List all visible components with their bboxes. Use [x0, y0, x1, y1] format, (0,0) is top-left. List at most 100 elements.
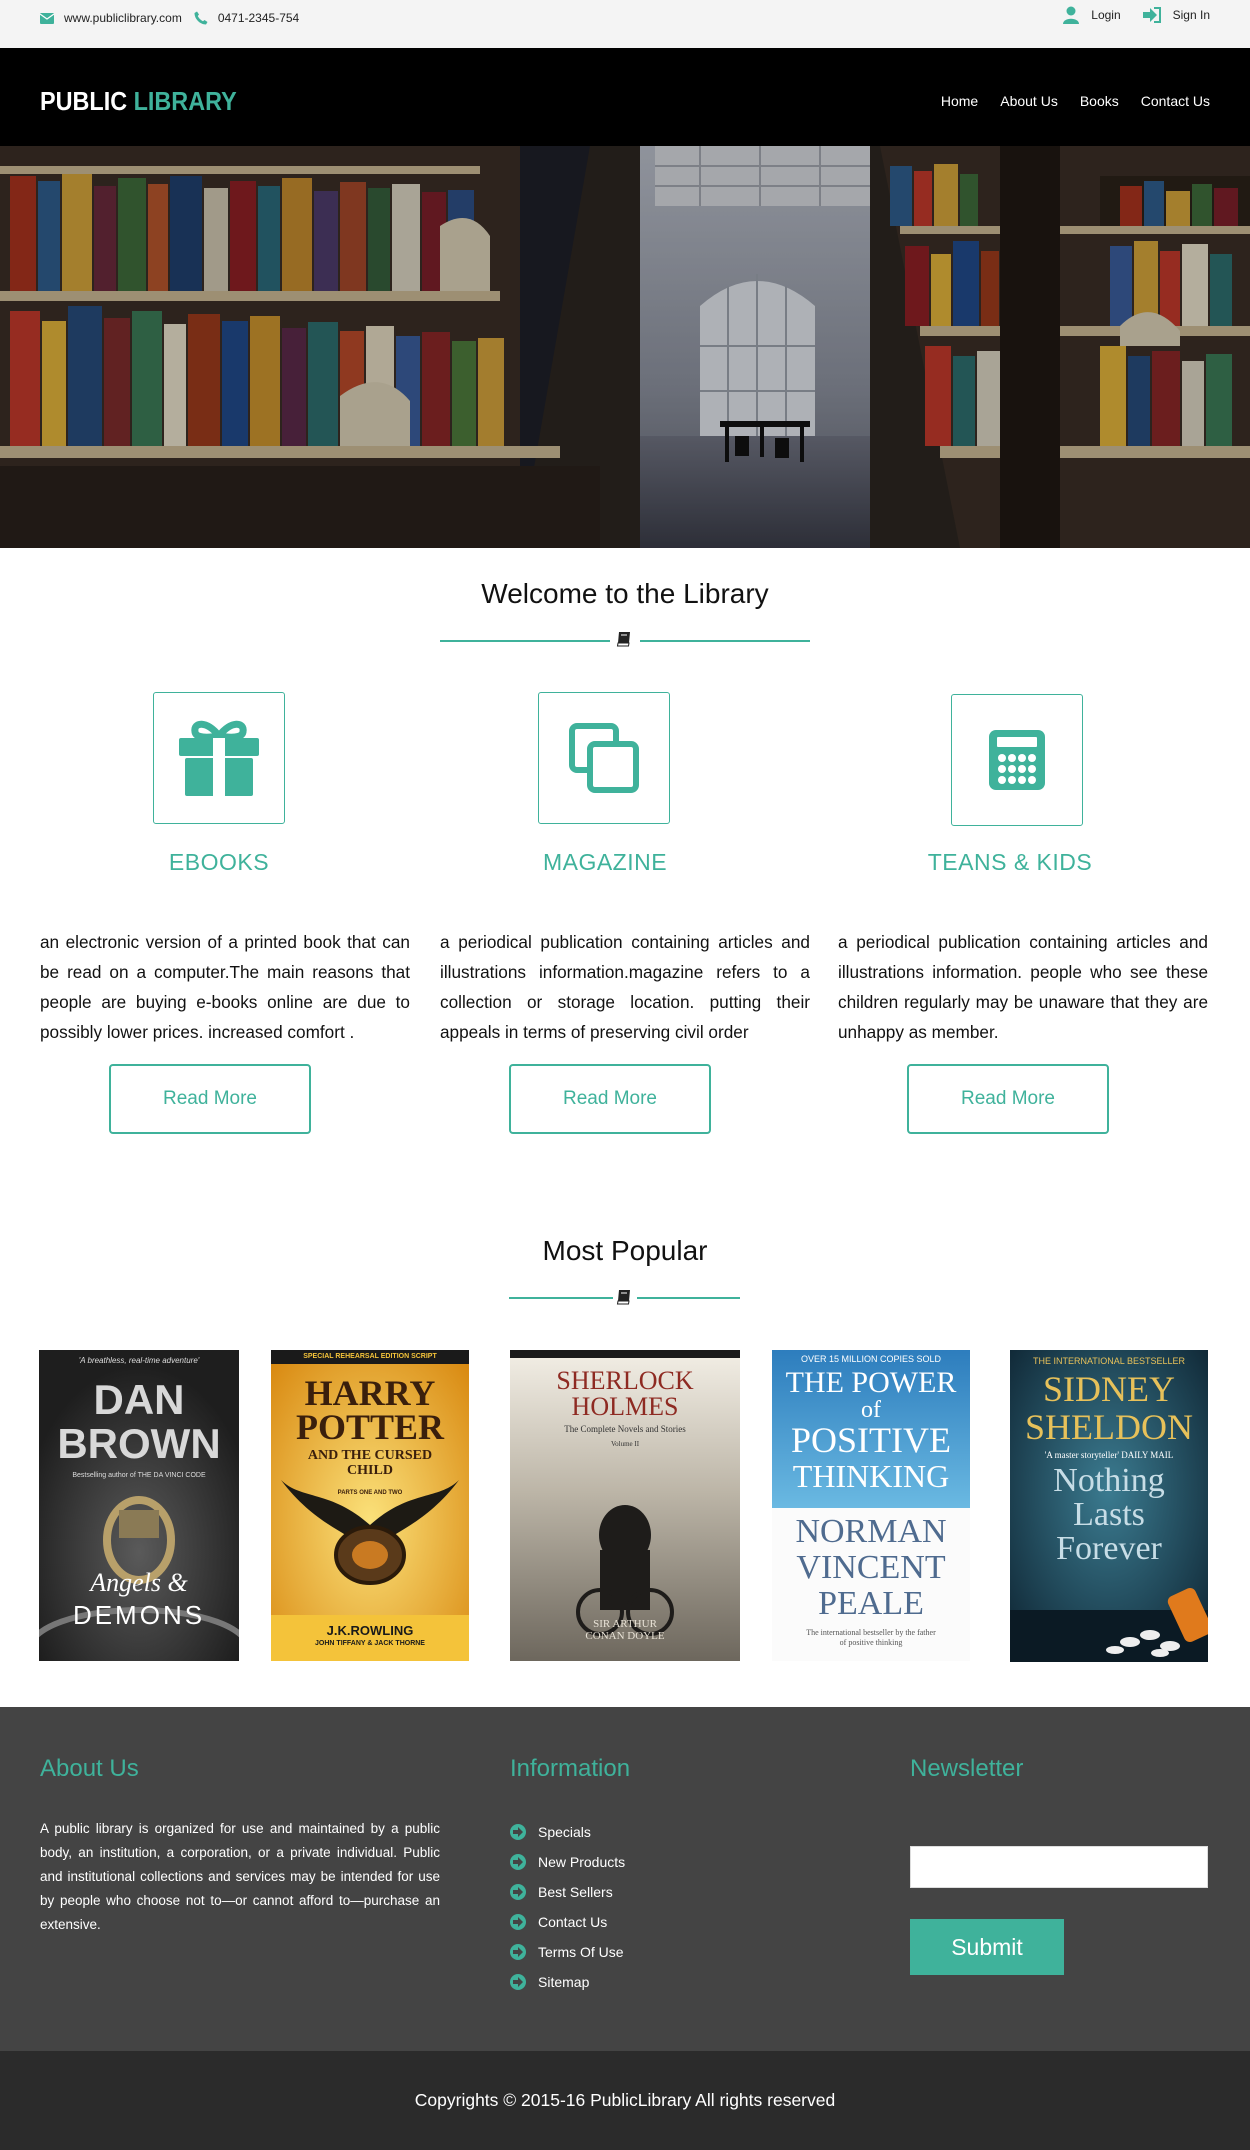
- book-icon: [616, 1290, 630, 1305]
- arrow-right-icon: [510, 1914, 526, 1930]
- feature-ebooks-text: an electronic version of a printed book …: [40, 932, 410, 1042]
- nav-contact[interactable]: Contact Us: [1141, 93, 1210, 109]
- login-link[interactable]: Login: [1063, 6, 1121, 24]
- sign-in-icon: [1142, 7, 1161, 23]
- footer-link-label: New Products: [538, 1854, 626, 1870]
- site-logo[interactable]: PUBLIC LIBRARY: [40, 86, 237, 117]
- book4-title3: POSITIVE: [791, 1420, 951, 1460]
- footer-link-label: Terms Of Use: [538, 1944, 624, 1960]
- book4-author: NORMAN VINCENT PEALE: [795, 1513, 947, 1622]
- footer-link-label: Best Sellers: [538, 1884, 613, 1900]
- gift-icon: [179, 720, 259, 796]
- top-bar: www.publiclibrary.com 0471-2345-754 Logi…: [0, 0, 1250, 48]
- footer-about-title: About Us: [40, 1755, 139, 1782]
- book-angels-demons[interactable]: 'A breathless, real-time adventure' DAN …: [39, 1350, 239, 1661]
- login-label: Login: [1091, 8, 1121, 22]
- hero-slider: [0, 146, 1250, 548]
- book-nothing-lasts-forever[interactable]: THE INTERNATIONAL BESTSELLER SIDNEY SHEL…: [1010, 1350, 1208, 1662]
- copy-icon: [569, 723, 639, 793]
- book2-title: HARRY POTTER: [295, 1373, 445, 1447]
- book-power-positive-thinking[interactable]: OVER 15 MILLION COPIES SOLD THE POWER of…: [772, 1350, 970, 1661]
- main-navbar: PUBLIC LIBRARY Home About Us Books Conta…: [0, 48, 1250, 146]
- book1-author: DAN BROWN: [57, 1376, 221, 1467]
- book4-tagline: OVER 15 MILLION COPIES SOLD: [800, 1354, 942, 1364]
- nav-books[interactable]: Books: [1080, 93, 1119, 109]
- welcome-divider-right: [640, 640, 810, 642]
- footer-link-terms[interactable]: Terms Of Use: [510, 1937, 625, 1967]
- footer-link-new-products[interactable]: New Products: [510, 1847, 625, 1877]
- book4-title2: of: [861, 1397, 881, 1423]
- book5-line: 'A master storyteller' DAILY MAIL: [1044, 1450, 1174, 1460]
- nav-menu: Home About Us Books Contact Us: [919, 93, 1210, 109]
- book3-sub: Volume II: [610, 1440, 640, 1448]
- footer-about-text: A public library is organized for use an…: [40, 1821, 440, 1932]
- book3-author: SIR ARTHUR CONAN DOYLE: [585, 1618, 665, 1642]
- email-text: www.publiclibrary.com: [64, 11, 182, 25]
- arrow-right-icon: [510, 1854, 526, 1870]
- welcome-title: Welcome to the Library: [481, 578, 769, 609]
- footer-link-specials[interactable]: Specials: [510, 1817, 625, 1847]
- logo-first: PUBLIC: [40, 86, 128, 116]
- nav-about[interactable]: About Us: [1000, 93, 1058, 109]
- book4-title1: THE POWER: [785, 1366, 957, 1399]
- footer-newsletter-title: Newsletter: [910, 1755, 1024, 1782]
- feature-magazine-text: a periodical publication containing arti…: [440, 932, 810, 1042]
- feature-magazine-title: MAGAZINE: [542, 849, 668, 875]
- footer-link-best-sellers[interactable]: Best Sellers: [510, 1877, 625, 1907]
- signin-link[interactable]: Sign In: [1142, 7, 1210, 23]
- copyright-text: Copyrights © 2015-16 PublicLibrary All r…: [414, 2090, 836, 2110]
- book1-title1: Angels &: [90, 1568, 188, 1597]
- feature-magazine-iconbox: [538, 692, 670, 824]
- footer-link-contact-us[interactable]: Contact Us: [510, 1907, 625, 1937]
- nav-home[interactable]: Home: [941, 93, 978, 109]
- phone-text: 0471-2345-754: [217, 11, 300, 25]
- phone-icon: [194, 11, 208, 25]
- signin-label: Sign In: [1172, 8, 1210, 22]
- book-icon: [616, 632, 630, 647]
- feature-ebooks-title: EBOOKS: [168, 849, 270, 875]
- read-more-ebooks-button[interactable]: Read More: [109, 1064, 311, 1134]
- footer-link-label: Sitemap: [538, 1974, 590, 1990]
- popular-divider-left: [509, 1297, 613, 1299]
- user-icon: [1063, 6, 1080, 24]
- read-more-magazine-button[interactable]: Read More: [509, 1064, 711, 1134]
- book3-title1: SHERLOCK: [556, 1366, 694, 1395]
- book5-title2: Lasts: [1073, 1496, 1145, 1533]
- feature-kids-text: a periodical publication containing arti…: [838, 932, 1208, 1042]
- footer-link-label: Specials: [538, 1824, 591, 1840]
- footer-link-label: Contact Us: [538, 1914, 608, 1930]
- book4-title4: THINKING: [792, 1458, 950, 1494]
- arrow-right-icon: [510, 1824, 526, 1840]
- book5-author: SIDNEY SHELDON: [1025, 1369, 1193, 1447]
- popular-title: Most Popular: [542, 1235, 708, 1266]
- book-sherlock-holmes[interactable]: SHERLOCK HOLMES The Complete Novels and …: [510, 1350, 740, 1661]
- footer-info-links: Specials New Products Best Sellers Conta…: [510, 1817, 625, 1997]
- book3-title2: HOLMES: [571, 1392, 679, 1421]
- feature-ebooks-iconbox: [153, 692, 285, 824]
- arrow-right-icon: [510, 1974, 526, 1990]
- footer-link-sitemap[interactable]: Sitemap: [510, 1967, 625, 1997]
- book1-tagline: 'A breathless, real-time adventure': [78, 1356, 200, 1365]
- book2-author: J.K.ROWLING: [326, 1623, 414, 1638]
- feature-kids-title: TEANS & KIDS: [927, 849, 1093, 875]
- calculator-icon: [989, 730, 1045, 790]
- hero-library-image: [0, 146, 1250, 548]
- book2-tagline: SPECIAL REHEARSAL EDITION SCRIPT: [303, 1353, 437, 1360]
- book5-tagline: THE INTERNATIONAL BESTSELLER: [1032, 1356, 1186, 1366]
- book-harry-potter[interactable]: SPECIAL REHEARSAL EDITION SCRIPT HARRY P…: [271, 1350, 469, 1661]
- book5-title1: Nothing: [1053, 1462, 1165, 1499]
- envelope-icon: [40, 12, 54, 24]
- arrow-right-icon: [510, 1884, 526, 1900]
- book2-line: AND THE CURSED CHILD: [307, 1448, 433, 1478]
- footer: About Us A public library is organized f…: [0, 1707, 1250, 2051]
- contact-info: www.publiclibrary.com 0471-2345-754: [40, 11, 299, 25]
- book2-credit: JOHN TIFFANY & JACK THORNE: [315, 1640, 425, 1647]
- newsletter-submit-button[interactable]: Submit: [910, 1919, 1064, 1975]
- feature-kids-iconbox: [951, 694, 1083, 826]
- read-more-kids-button[interactable]: Read More: [907, 1064, 1109, 1134]
- newsletter-email-input[interactable]: [910, 1846, 1208, 1888]
- welcome-divider-left: [440, 640, 610, 642]
- book5-title3: Forever: [1056, 1530, 1162, 1567]
- popular-divider-right: [637, 1297, 740, 1299]
- footer-info-title: Information: [510, 1755, 631, 1782]
